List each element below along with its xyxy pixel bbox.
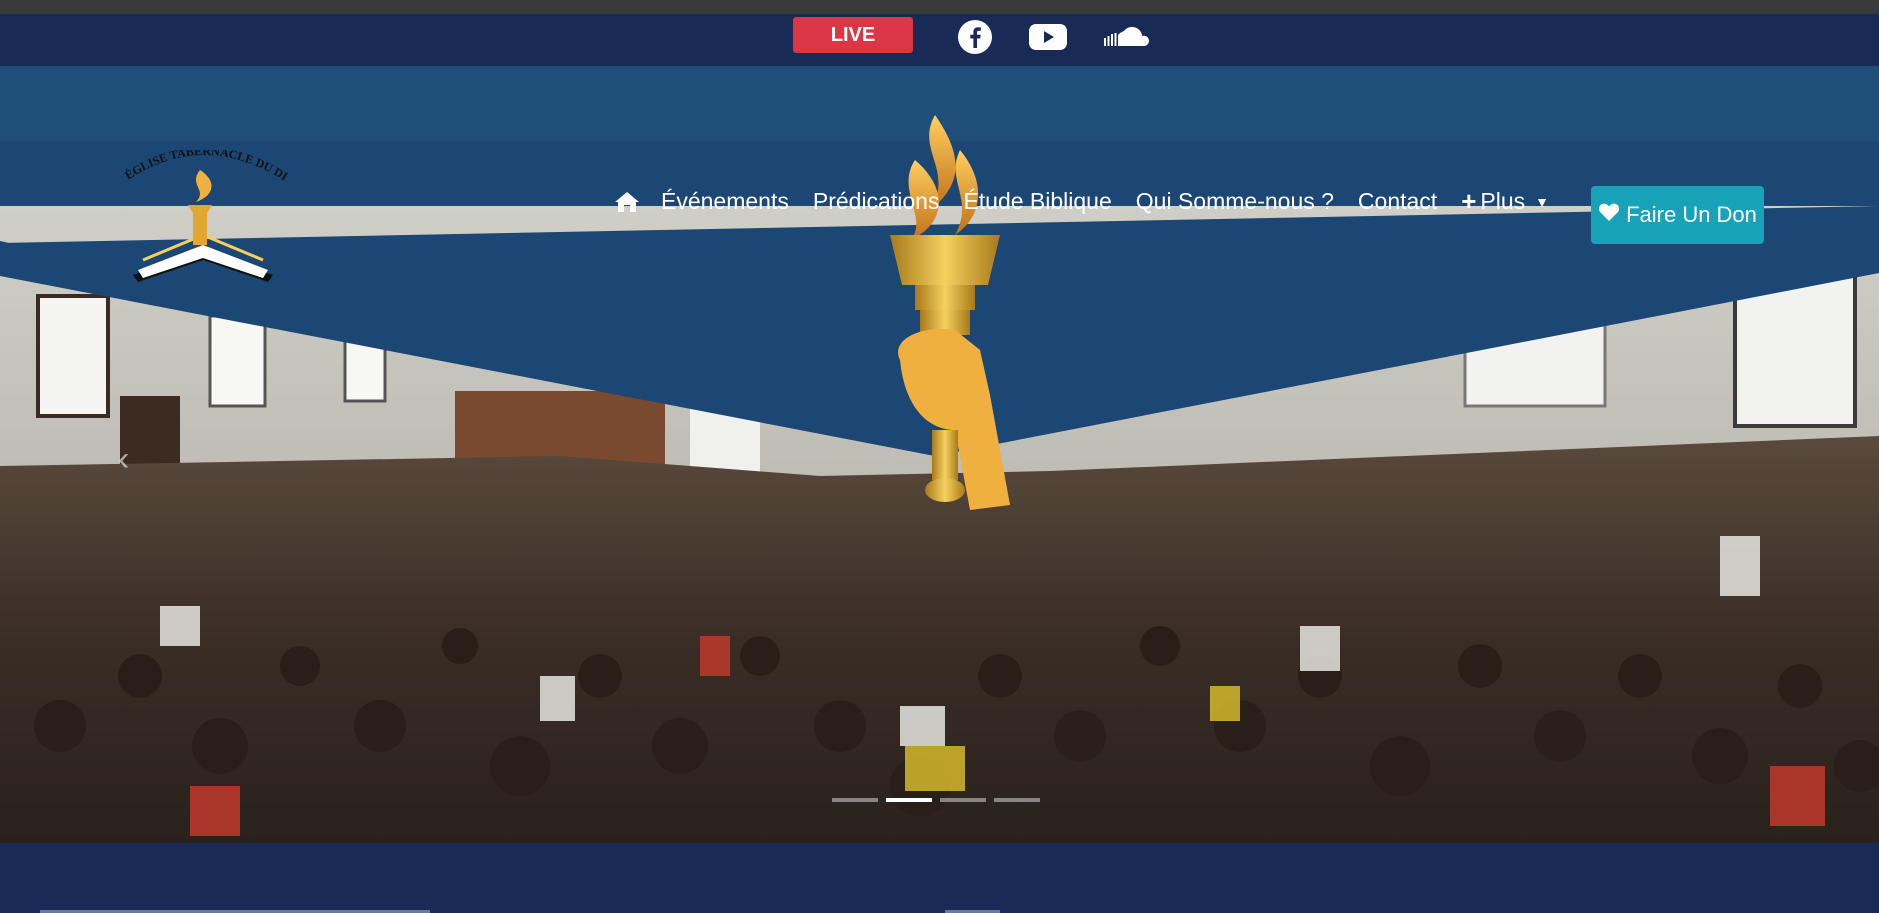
top-bar <box>0 14 1879 66</box>
carousel-indicators <box>832 798 1040 802</box>
torch-emblem <box>890 115 1010 510</box>
youtube-icon[interactable] <box>1027 19 1069 55</box>
carousel-indicator[interactable] <box>832 798 878 802</box>
main-nav: Événements Prédications Étude Biblique Q… <box>613 186 1573 217</box>
nav-plus-label: Plus <box>1480 188 1526 214</box>
donate-button[interactable]: Faire Un Don <box>1591 186 1764 244</box>
caret-down-icon: ▼ <box>1535 193 1549 210</box>
soundcloud-icon[interactable] <box>1102 19 1150 55</box>
carousel-indicator[interactable] <box>940 798 986 802</box>
nav-item-contact[interactable]: Contact <box>1358 188 1437 215</box>
carousel-prev-arrow[interactable]: ‹ <box>118 440 129 479</box>
nav-item-plus-dropdown[interactable]: + Plus ▼ <box>1461 186 1549 217</box>
plus-icon: + <box>1461 186 1477 216</box>
carousel-indicator-active[interactable] <box>886 798 932 802</box>
home-icon[interactable] <box>613 190 641 214</box>
live-button[interactable]: LIVE <box>793 17 913 53</box>
nav-item-etude-biblique[interactable]: Étude Biblique <box>963 188 1111 215</box>
facebook-icon[interactable] <box>955 19 995 55</box>
nav-item-qui-somme-nous[interactable]: Qui Somme-nous ? <box>1136 188 1334 215</box>
donate-label: Faire Un Don <box>1626 202 1757 227</box>
heart-icon <box>1598 202 1620 228</box>
section-bar <box>0 843 1879 913</box>
carousel-indicator[interactable] <box>994 798 1040 802</box>
browser-top-strip <box>0 0 1879 14</box>
church-logo[interactable]: ÉGLISE TABERNACLE DU DIEU DE LA GRÂCE <box>108 150 298 285</box>
nav-item-predications[interactable]: Prédications <box>813 188 940 215</box>
nav-item-evenements[interactable]: Événements <box>661 188 789 215</box>
